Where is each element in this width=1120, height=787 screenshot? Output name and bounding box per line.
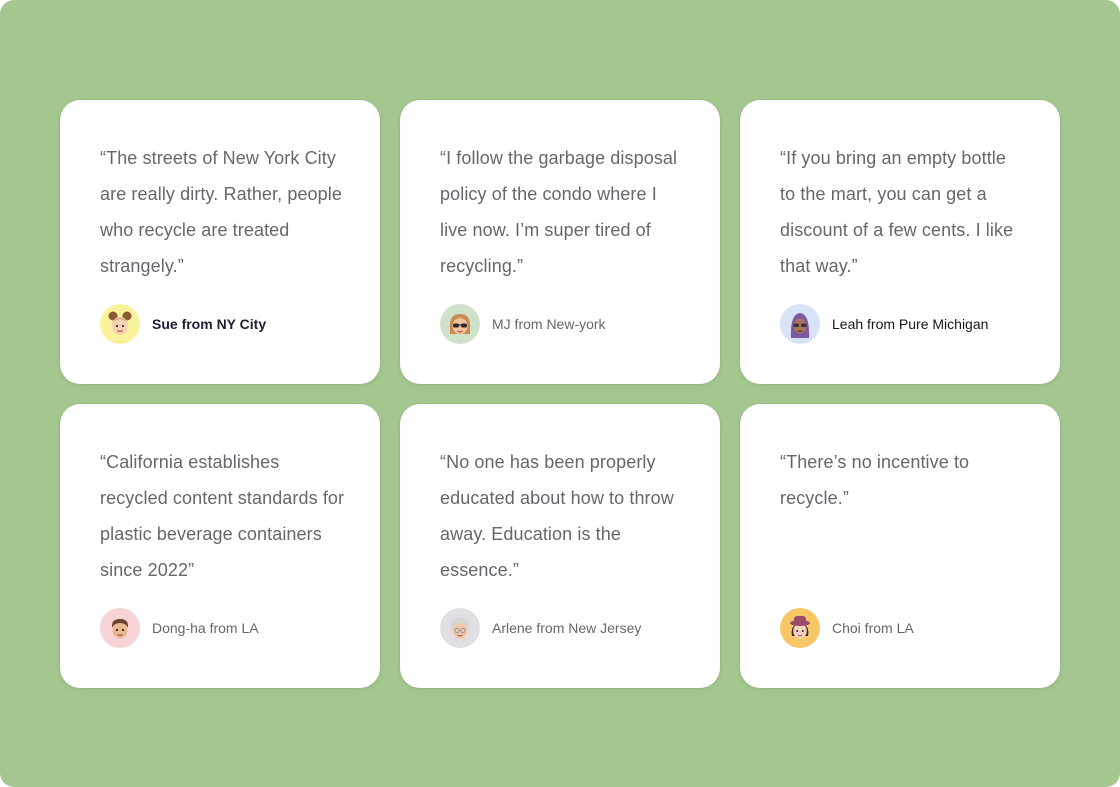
testimonial-author: MJ from New-york <box>440 304 606 344</box>
testimonial-card: “California establishes recycled content… <box>60 404 380 688</box>
testimonial-card: “I follow the garbage disposal policy of… <box>400 100 720 384</box>
woman-hijab-memoji-icon <box>780 304 820 344</box>
testimonial-quote: “If you bring an empty bottle to the mar… <box>780 148 1014 276</box>
girl-hat-memoji-icon <box>780 608 820 648</box>
testimonial-author-name: Arlene from New Jersey <box>492 620 642 636</box>
testimonial-author-name: Sue from NY City <box>152 316 267 332</box>
testimonial-author-name: Choi from LA <box>832 620 914 636</box>
testimonial-quote: “California establishes recycled content… <box>100 452 345 580</box>
testimonial-card: “If you bring an empty bottle to the mar… <box>740 100 1060 384</box>
testimonial-quote: “The streets of New York City are really… <box>100 148 342 276</box>
testimonial-grid: “The streets of New York City are really… <box>60 100 1060 688</box>
testimonial-author: Choi from LA <box>780 608 914 648</box>
testimonial-author: Leah from Pure Michigan <box>780 304 988 344</box>
testimonial-quote: “I follow the garbage disposal policy of… <box>440 148 678 276</box>
testimonial-card: “No one has been properly educated about… <box>400 404 720 688</box>
testimonial-card: “The streets of New York City are really… <box>60 100 380 384</box>
testimonial-author: Dong-ha from LA <box>100 608 259 648</box>
testimonials-section: “The streets of New York City are really… <box>0 0 1120 787</box>
testimonial-author-name: MJ from New-york <box>492 316 606 332</box>
testimonial-author-name: Leah from Pure Michigan <box>832 316 989 332</box>
elderly-woman-memoji-icon <box>440 608 480 648</box>
testimonial-author: Arlene from New Jersey <box>440 608 641 648</box>
testimonial-card: “There’s no incentive to recycle.” Choi … <box>740 404 1060 688</box>
testimonial-quote: “No one has been properly educated about… <box>440 452 674 580</box>
woman-sunglasses-memoji-icon <box>440 304 480 344</box>
girl-buns-memoji-icon <box>100 304 140 344</box>
testimonial-quote: “There’s no incentive to recycle.” <box>780 452 970 508</box>
testimonial-author-name: Dong-ha from LA <box>152 620 259 636</box>
boy-memoji-icon <box>100 608 140 648</box>
testimonial-author: Sue from NY City <box>100 304 266 344</box>
